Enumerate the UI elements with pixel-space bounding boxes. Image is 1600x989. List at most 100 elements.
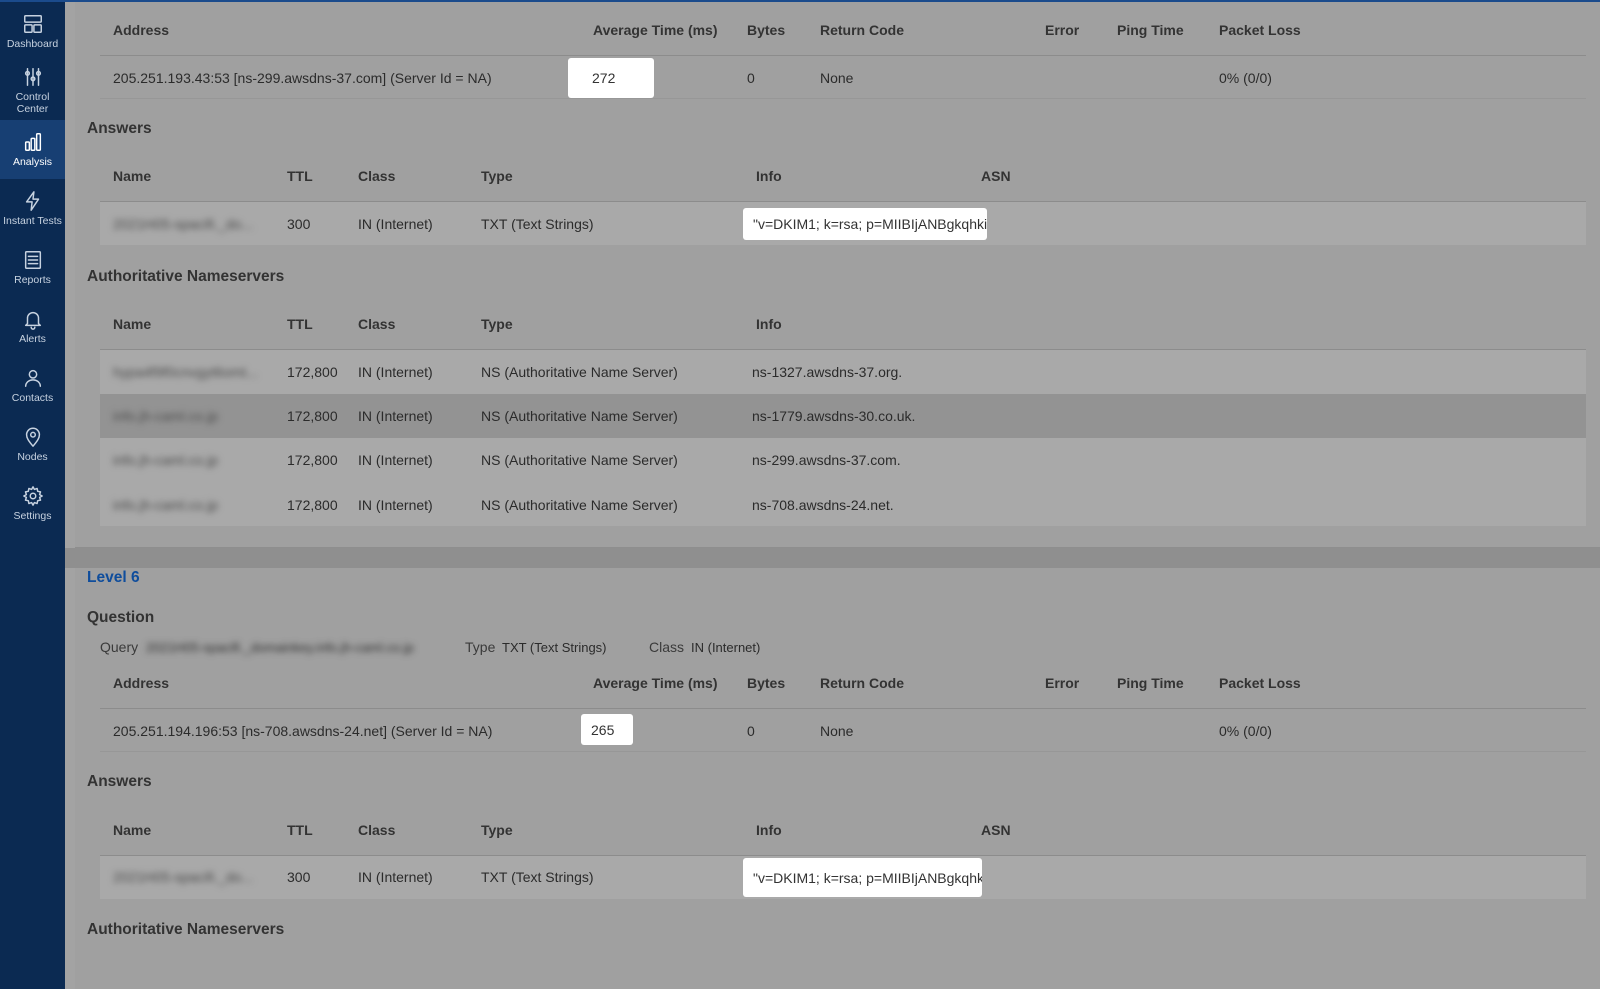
nameserver-type: NS (Authoritative Name Server) — [481, 452, 678, 468]
nameservers-title: Authoritative Nameservers — [87, 268, 285, 285]
header-address: Address — [113, 675, 170, 691]
nameserver-class: IN (Internet) — [358, 452, 433, 468]
header-class: Class — [358, 822, 396, 838]
server-address: 205.251.194.196:53 [ns-708.awsdns-24.net… — [113, 723, 493, 739]
nameserver-class: IN (Internet) — [358, 497, 433, 513]
sidebar-item-label: Reports — [14, 274, 51, 286]
header-return-code: Return Code — [820, 675, 904, 691]
sidebar: Dashboard Control Center Analysis Instan… — [0, 0, 65, 989]
sidebar-item-analysis[interactable]: Analysis — [0, 120, 65, 179]
class-label: Class — [649, 639, 685, 655]
average-time-value-box: 265 — [581, 714, 633, 745]
bell-icon — [24, 311, 41, 330]
answer-type: TXT (Text Strings) — [481, 216, 594, 232]
sidebar-item-reports[interactable]: Reports — [0, 238, 65, 297]
header-info: Info — [756, 822, 782, 838]
panel-divider — [65, 548, 1600, 568]
header-average-time: Average Time (ms) — [593, 22, 718, 38]
header-error: Error — [1045, 675, 1080, 691]
header-return-code: Return Code — [820, 22, 904, 38]
sidebar-item-settings[interactable]: Settings — [0, 474, 65, 533]
answer-ttl: 300 — [287, 216, 311, 232]
sidebar-item-contacts[interactable]: Contacts — [0, 356, 65, 415]
question-title: Question — [87, 609, 155, 626]
answer-name: 2021H05-spacifi._do... — [113, 216, 254, 232]
average-time-value: 265 — [591, 721, 615, 738]
nameserver-name: info.jh-caml.co.jp — [113, 452, 219, 468]
nameserver-info: ns-708.awsdns-24.net. — [752, 497, 894, 513]
header-average-time: Average Time (ms) — [593, 675, 718, 691]
level-6-panel: Level 6 Question Query 2021H05-spacifi._… — [75, 568, 1600, 989]
sidebar-item-control-center[interactable]: Control Center — [0, 61, 65, 120]
header-type: Type — [481, 168, 513, 184]
gear-icon — [22, 486, 43, 506]
level-title: Level 6 — [87, 569, 140, 586]
nameserver-name: hypa4f9f0cnvgyt6omt... — [113, 364, 258, 380]
query-value: 2021H05-spacifi._domainkey.info.jh-caml.… — [146, 640, 414, 655]
sidebar-item-label: Alerts — [19, 333, 46, 345]
location-pin-icon — [25, 427, 40, 447]
header-ping-time: Ping Time — [1117, 22, 1184, 38]
answers-title: Answers — [87, 120, 152, 137]
answer-info: "v=DKIM1; k=rsa; p=MIIBIjANBgkqhkiG9w0BA… — [753, 869, 982, 886]
answer-name: 2021H05-spacifi._do... — [113, 869, 254, 885]
sidebar-item-label: Analysis — [12, 156, 53, 168]
header-name: Name — [113, 316, 152, 332]
header-asn: ASN — [981, 168, 1011, 184]
server-bytes: 0 — [747, 70, 755, 86]
nameserver-type: NS (Authoritative Name Server) — [481, 364, 678, 380]
header-bytes: Bytes — [747, 22, 786, 38]
bar-chart-icon — [24, 133, 41, 151]
nameserver-ttl: 172,800 — [287, 408, 338, 424]
header-ttl: TTL — [287, 168, 313, 184]
answer-ttl: 300 — [287, 869, 311, 885]
header-name: Name — [113, 168, 152, 184]
header-type: Type — [481, 316, 513, 332]
sidebar-item-label: Control Center — [15, 91, 50, 115]
answers-title: Answers — [87, 773, 152, 790]
server-return-code: None — [820, 723, 854, 739]
header-ttl: TTL — [287, 316, 313, 332]
server-packet-loss: 0% (0/0) — [1219, 723, 1272, 739]
header-ping-time: Ping Time — [1117, 675, 1184, 691]
nameserver-name: info.jh-caml.co.jp — [113, 408, 219, 424]
average-time-value: 272 — [592, 70, 616, 86]
query-label: Query — [100, 639, 139, 655]
nameserver-name: info.jh-caml.co.jp — [113, 497, 219, 513]
nameservers-title: Authoritative Nameservers — [87, 921, 285, 938]
header-ttl: TTL — [287, 822, 313, 838]
nameserver-type: NS (Authoritative Name Server) — [481, 497, 678, 513]
person-icon — [24, 369, 41, 387]
answer-class: IN (Internet) — [358, 869, 433, 885]
sidebar-item-dashboard[interactable]: Dashboard — [0, 2, 65, 61]
header-asn: ASN — [981, 822, 1011, 838]
nameserver-info: ns-1779.awsdns-30.co.uk. — [752, 408, 916, 424]
header-packet-loss: Packet Loss — [1219, 22, 1301, 38]
sidebar-item-nodes[interactable]: Nodes — [0, 415, 65, 474]
header-bytes: Bytes — [747, 675, 786, 691]
header-packet-loss: Packet Loss — [1219, 675, 1301, 691]
sidebar-item-label: Instant Tests — [3, 215, 62, 227]
nameserver-info: ns-299.awsdns-37.com. — [752, 452, 901, 468]
sidebar-item-alerts[interactable]: Alerts — [0, 297, 65, 356]
nameserver-type: NS (Authoritative Name Server) — [481, 408, 678, 424]
header-class: Class — [358, 168, 396, 184]
nameserver-info: ns-1327.awsdns-37.org. — [752, 364, 903, 380]
header-class: Class — [358, 316, 396, 332]
header-info: Info — [756, 316, 782, 332]
average-time-value-box: 272 — [568, 58, 654, 98]
nameserver-class: IN (Internet) — [358, 408, 433, 424]
class-value: IN (Internet) — [691, 640, 761, 655]
sidebar-item-instant-tests[interactable]: Instant Tests — [0, 179, 65, 238]
server-return-code: None — [820, 70, 854, 86]
server-packet-loss: 0% (0/0) — [1219, 70, 1272, 86]
nameserver-ttl: 172,800 — [287, 364, 338, 380]
answer-info-box: "v=DKIM1; k=rsa; p=MIIBIjANBgkqhkiG9w0BA… — [743, 208, 987, 240]
nameserver-ttl: 172,800 — [287, 497, 338, 513]
header-name: Name — [113, 822, 152, 838]
header-address: Address — [113, 22, 170, 38]
answer-info-box: "v=DKIM1; k=rsa; p=MIIBIjANBgkqhkiG9w0BA… — [743, 858, 982, 897]
header-info: Info — [756, 168, 782, 184]
server-address: 205.251.193.43:53 [ns-299.awsdns-37.com]… — [113, 70, 492, 86]
sidebar-item-label: Contacts — [11, 392, 54, 404]
